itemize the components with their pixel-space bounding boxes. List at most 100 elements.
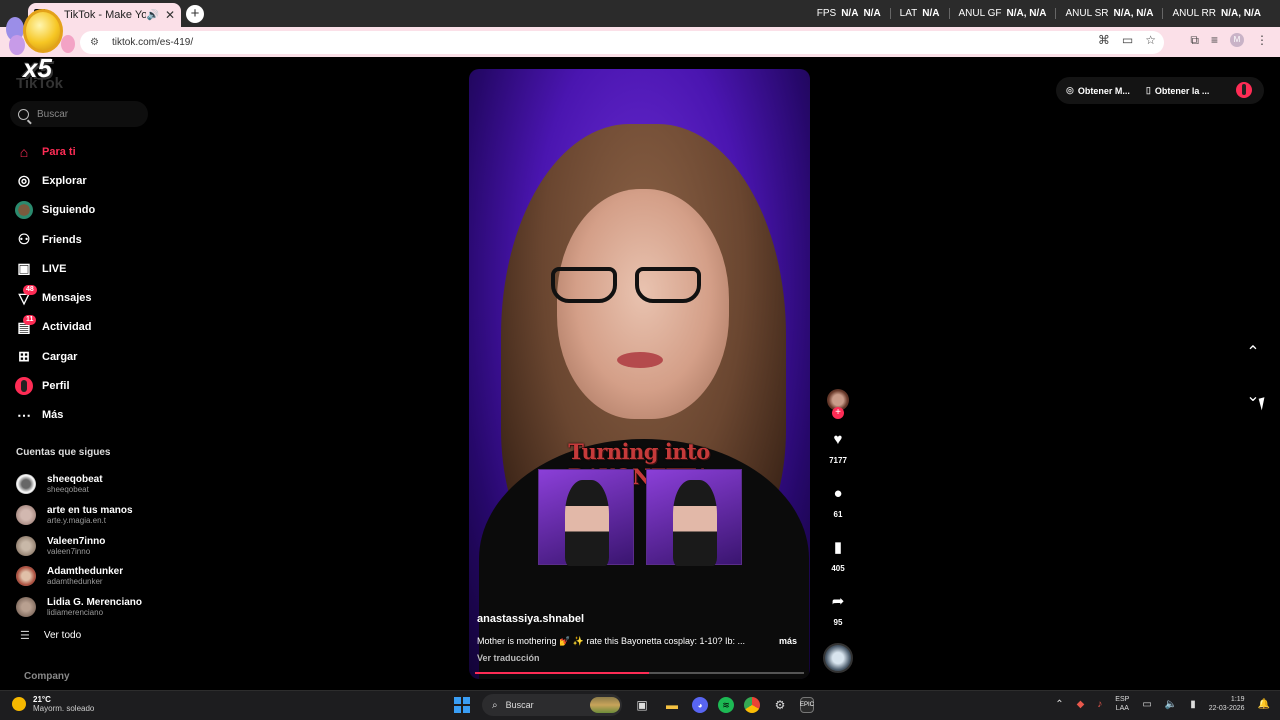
search-icon: ⌕ [492, 699, 498, 711]
microphone-icon[interactable]: ♪ [1097, 699, 1102, 710]
taskbar-search[interactable]: ⌕ Buscar [482, 694, 622, 716]
tray-app-icon[interactable]: ◆ [1077, 699, 1085, 710]
speaker-icon[interactable]: 🔊 [146, 10, 158, 21]
sidebar-item-label: Actividad [42, 321, 92, 334]
translate-icon[interactable]: ⌘ [1098, 33, 1110, 47]
more-dots-icon: ⋯ [17, 406, 31, 423]
like-count: 7177 [829, 456, 847, 465]
battery-icon[interactable]: ▮ [1190, 699, 1196, 710]
media-controls-icon[interactable]: ≡ [1211, 33, 1218, 48]
sidebar-item-live[interactable]: ▣ LIVE [14, 254, 164, 283]
epic-games-icon[interactable]: EPIC [800, 697, 814, 713]
video-author[interactable]: anastassiya.shnabel [477, 613, 584, 625]
clock[interactable]: 1:19 22-03-2026 [1209, 695, 1245, 713]
company-link[interactable]: Company [24, 671, 70, 682]
volume-icon[interactable]: 🔈 [1165, 699, 1177, 710]
address-bar-actions: ⌘ ▭ ☆ [1098, 33, 1156, 47]
see-all-link[interactable]: ☰ Ver todo [20, 629, 81, 642]
start-windows-icon[interactable] [452, 695, 472, 715]
taskbar-apps: ⌕ Buscar ▣ ▬ ◕ ≋ ⚙ EPIC [452, 694, 814, 716]
metric-anul-rr: ANUL RR N/A, N/A [1162, 8, 1270, 19]
sidebar-item-label: Siguiendo [42, 204, 96, 217]
sidebar-item-label: LIVE [42, 262, 67, 275]
sidebar-item-label: Perfil [42, 380, 70, 393]
caption-text: Mother is mothering 💅 ✨ rate this Bayone… [477, 636, 746, 646]
comment-bubble-icon[interactable]: ● [822, 485, 854, 503]
weather-widget[interactable]: 21°C Mayorm. soleado [12, 695, 94, 713]
compass-icon: ◎ [17, 172, 31, 189]
share-count: 95 [833, 618, 843, 627]
following-account[interactable]: Adamthedunker adamthedunker [16, 561, 176, 592]
see-translation-link[interactable]: Ver traducción [477, 653, 540, 663]
mouse-cursor-icon [1258, 395, 1274, 411]
follow-plus-icon[interactable]: + [832, 407, 844, 419]
following-account[interactable]: arte en tus manos arte.y.magia.en.t [16, 500, 176, 531]
caption-more-button[interactable]: más [779, 636, 797, 647]
sound-disc-avatar[interactable] [823, 643, 853, 673]
bayonetta-image-left [538, 469, 634, 566]
language-indicator[interactable]: ESP LAA [1115, 695, 1129, 713]
sidebar-item-mas[interactable]: ⋯ Más [14, 401, 164, 430]
sidebar-item-actividad[interactable]: ▤ 11 Actividad [14, 313, 164, 342]
metric-lat: LAT N/A [889, 8, 949, 19]
sidebar-item-mensajes[interactable]: ▽ 48 Mensajes [14, 283, 164, 312]
file-explorer-icon[interactable]: ▬ [662, 695, 682, 715]
creator-avatar[interactable]: + [827, 389, 849, 419]
new-tab-button[interactable]: + [186, 5, 204, 23]
site-info-icon[interactable]: ⚙ [90, 37, 104, 48]
sidebar-item-friends[interactable]: ⚇ Friends [14, 225, 164, 254]
address-bar[interactable]: ⚙ tiktok.com/es-419/ [80, 31, 1164, 54]
profile-avatar-icon [14, 376, 34, 396]
profile-avatar[interactable]: M [1230, 33, 1244, 47]
save-count: 405 [831, 564, 845, 573]
avatar [16, 535, 36, 556]
top-right-actions: ◎ Obtener M... ▯ Obtener la ... [1056, 77, 1264, 104]
sidebar-search[interactable]: Buscar [10, 101, 148, 127]
sidebar-item-explorar[interactable]: ◎ Explorar [14, 166, 164, 195]
spotify-icon[interactable]: ≋ [718, 697, 734, 713]
extensions-icon[interactable]: ⧉ [1190, 33, 1199, 48]
task-view-icon[interactable]: ▣ [632, 695, 652, 715]
multiplier-badge: x5 [3, 5, 77, 87]
like-heart-icon[interactable]: ♥ [822, 431, 854, 449]
steam-icon[interactable]: ⚙ [770, 695, 790, 715]
account-handle: valeen7inno [47, 546, 91, 556]
sidebar-item-perfil[interactable]: Perfil [14, 371, 164, 400]
bookmark-icon[interactable]: ▮ [822, 539, 854, 557]
toolbar-actions: ⧉ ≡ M ⋮ [1190, 33, 1268, 48]
following-account[interactable]: sheeqobeat sheeqobeat [16, 469, 176, 500]
system-tray: ⌃ ◆ ♪ ESP LAA ▭ 🔈 ▮ 1:19 22-03-2026 🔔 [1055, 695, 1270, 713]
network-icon[interactable]: ▭ [1142, 699, 1151, 710]
bookmark-star-icon[interactable]: ☆ [1145, 33, 1156, 47]
account-handle: lidiamerenciano [47, 608, 104, 618]
following-account[interactable]: Lidia G. Merenciano lidiamerenciano [16, 592, 176, 623]
account-handle: arte.y.magia.en.t [47, 516, 106, 526]
sidebar-item-siguiendo[interactable]: Siguiendo [14, 196, 164, 225]
language-code: ESP [1115, 696, 1130, 703]
share-arrow-icon[interactable]: ➦ [822, 593, 854, 611]
menu-kebab-icon[interactable]: ⋮ [1256, 33, 1268, 48]
video-player[interactable]: Turning into BAYONETTA anastassiya.shnab… [469, 69, 810, 679]
comment-count: 61 [833, 510, 843, 519]
profile-avatar[interactable] [1236, 82, 1252, 98]
cast-icon[interactable]: ▭ [1122, 33, 1133, 47]
notifications-bell-icon[interactable]: 🔔 [1258, 699, 1270, 710]
messages-badge: 48 [23, 285, 37, 296]
following-account[interactable]: Valeen7inno valeen7inno [16, 530, 176, 561]
list-icon: ☰ [20, 630, 30, 642]
chevron-up-icon[interactable]: ⌃ [1244, 342, 1262, 361]
avatar [16, 566, 36, 587]
close-tab-icon[interactable]: ✕ [165, 8, 175, 22]
avatar [16, 505, 36, 526]
performance-overlay: FPS N/A N/A LAT N/A ANUL GF N/A, N/A ANU… [808, 8, 1270, 19]
coin-icon: ◎ [1066, 85, 1074, 95]
chrome-icon[interactable] [744, 697, 760, 713]
video-progress-bar[interactable] [475, 672, 804, 674]
get-app-button[interactable]: ▯ Obtener la ... [1146, 85, 1209, 96]
chevron-up-icon[interactable]: ⌃ [1055, 699, 1063, 710]
get-coins-button[interactable]: ◎ Obtener M... [1066, 85, 1130, 96]
sidebar-item-para-ti[interactable]: ⌂ Para ti [14, 137, 164, 166]
sidebar-item-cargar[interactable]: ⊞ Cargar [14, 342, 164, 371]
account-name: arte en tus manos [47, 505, 133, 517]
discord-icon[interactable]: ◕ [692, 697, 708, 713]
